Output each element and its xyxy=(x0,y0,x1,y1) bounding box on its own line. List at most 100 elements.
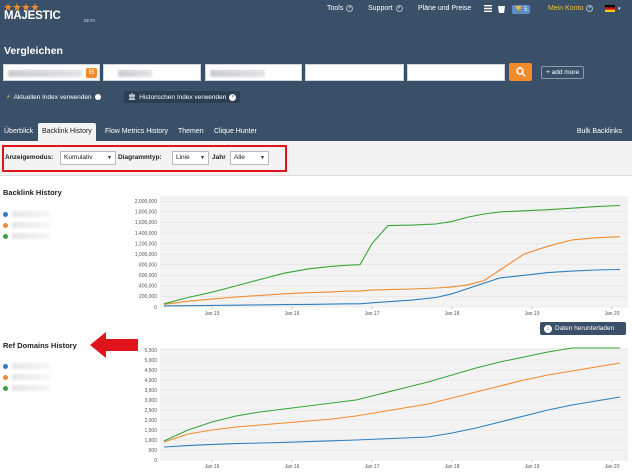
radio-icon[interactable] xyxy=(94,94,101,100)
plot-background xyxy=(160,196,628,307)
y-tick-label: 500 xyxy=(149,448,158,454)
logo-text[interactable]: MAJESTIC xyxy=(4,10,61,22)
y-tick-label: 3,000 xyxy=(144,398,157,404)
legend-redacted xyxy=(12,233,50,239)
trophy-button[interactable]: 🏆 5 xyxy=(512,5,531,14)
x-tick-label: Jan 17 xyxy=(364,464,379,470)
y-tick-label: 200,000 xyxy=(139,294,157,300)
tab-clique-hunter[interactable]: Clique Hunter xyxy=(212,123,259,141)
y-tick-label: 4,000 xyxy=(144,378,157,384)
x-tick-label: Jan 19 xyxy=(524,464,539,470)
nav-support[interactable]: Support ▾ xyxy=(368,5,403,12)
url-input-2[interactable] xyxy=(103,64,201,81)
x-tick-label: Jan 18 xyxy=(444,311,459,317)
x-tick-label: Jan 16 xyxy=(284,311,299,317)
language-selector[interactable]: ▾ xyxy=(605,5,621,12)
nav-plans-label: Pläne und Preise xyxy=(418,5,472,12)
legend-redacted xyxy=(12,211,50,217)
backlink-history-chart: 0 200,000 400,000 600,000 800,000 1,000,000 1,… xyxy=(135,196,628,317)
url-input-4[interactable] xyxy=(305,64,404,81)
download-data-button[interactable]: ↓ Daten herunterladen xyxy=(540,322,626,335)
index-historic-option[interactable]: 🏛 Historischen Index verwenden × xyxy=(124,91,241,103)
legend-dot-green xyxy=(3,386,8,391)
list-icon[interactable] xyxy=(484,5,492,12)
redacted-url xyxy=(210,70,265,77)
y-tick-label: 1,000,000 xyxy=(135,252,157,258)
bank-icon: 🏛 xyxy=(128,94,137,101)
tab-themes[interactable]: Themen xyxy=(176,123,206,141)
x-tick-label: Jan 17 xyxy=(364,311,379,317)
y-tick-label: 2,500 xyxy=(144,408,157,414)
legend-dot-orange xyxy=(3,223,8,228)
legend-redacted xyxy=(12,374,50,380)
url-input-3[interactable] xyxy=(205,64,302,81)
tab-bar: Überblick Backlink History Flow Metrics … xyxy=(0,120,632,141)
tab-flow-metrics-history[interactable]: Flow Metrics History xyxy=(103,123,170,141)
lightning-icon: ⚡ xyxy=(6,94,11,101)
header-bar: MAJESTIC BETA Tools ▾ Support ▾ Pläne un… xyxy=(0,0,632,120)
legend-redacted xyxy=(12,222,50,228)
tab-backlink-history[interactable]: Backlink History xyxy=(38,123,96,141)
index-current-option[interactable]: ⚡ Aktuellen Index verwenden xyxy=(6,93,101,101)
add-more-button[interactable]: + add more xyxy=(541,66,585,79)
redacted-url xyxy=(8,70,82,77)
logo-beta-label: BETA xyxy=(84,18,96,23)
legend-dot-blue xyxy=(3,364,8,369)
legend-redacted xyxy=(12,385,50,391)
nav-tools-label: Tools xyxy=(327,5,344,12)
ref-domains-history-chart: 0 500 1,000 1,500 2,000 2,500 3,000 3,500 4,000 4… xyxy=(144,347,628,470)
y-tick-label: 1,000 xyxy=(144,438,157,444)
highlight-box xyxy=(2,145,287,172)
y-tick-label: 0 xyxy=(154,305,157,311)
y-tick-label: 1,600,000 xyxy=(135,220,157,226)
search-button[interactable] xyxy=(509,63,532,81)
x-tick-label: Jan 20 xyxy=(604,464,619,470)
y-tick-label: 4,500 xyxy=(144,368,157,374)
tab-overview[interactable]: Überblick xyxy=(2,123,35,141)
y-tick-label: 5,000 xyxy=(144,358,157,364)
backlink-history-title: Backlink History xyxy=(3,188,62,197)
clear-icon[interactable]: ⊟ xyxy=(86,68,97,78)
german-flag-icon xyxy=(605,5,615,12)
x-tick-label: Jan 20 xyxy=(604,311,619,317)
nav-account[interactable]: Mein Konto ▾ xyxy=(548,5,594,12)
legend-redacted xyxy=(12,363,50,369)
trophy-badge: 🏆 5 xyxy=(512,5,531,14)
legend-dot-orange xyxy=(3,375,8,380)
y-tick-label: 2,000,000 xyxy=(135,199,157,205)
redacted-url xyxy=(118,70,152,77)
index-current-label: Aktuellen Index verwenden xyxy=(13,93,92,101)
list-icon-glyph xyxy=(484,5,492,12)
y-tick-label: 400,000 xyxy=(139,284,157,290)
download-icon: ↓ xyxy=(544,324,552,333)
chevron-down-icon: ▾ xyxy=(618,5,621,12)
page-title: Vergleichen xyxy=(4,45,63,57)
chevron-down-icon: ▾ xyxy=(586,5,594,12)
y-tick-label: 0 xyxy=(154,458,157,464)
search-icon xyxy=(515,67,526,77)
ref-domains-history-title: Ref Domains History xyxy=(3,341,77,350)
y-tick-label: 1,500 xyxy=(144,428,157,434)
y-tick-label: 1,200,000 xyxy=(135,241,157,247)
nav-plans[interactable]: Pläne und Preise xyxy=(418,5,471,12)
plot-background xyxy=(160,348,628,460)
x-tick-label: Jan 19 xyxy=(524,311,539,317)
url-input-1[interactable]: ⊟ xyxy=(3,64,100,81)
bucket-icon[interactable] xyxy=(498,5,505,13)
nav-tools[interactable]: Tools ▾ xyxy=(327,5,354,12)
top-navigation: MAJESTIC BETA Tools ▾ Support ▾ Pläne un… xyxy=(0,0,632,23)
bulk-backlinks-link[interactable]: Bulk Backlinks xyxy=(577,123,622,141)
index-historic-label: Historischen Index verwenden xyxy=(139,93,227,101)
y-tick-label: 5,500 xyxy=(144,348,157,354)
y-tick-label: 2,000 xyxy=(144,418,157,424)
nav-account-label: Mein Konto xyxy=(548,5,584,12)
y-tick-label: 800,000 xyxy=(139,263,157,269)
close-icon[interactable]: × xyxy=(229,93,237,101)
nav-support-label: Support xyxy=(368,5,393,12)
legend-dot-green xyxy=(3,234,8,239)
url-input-5[interactable] xyxy=(407,64,505,81)
bucket-icon-glyph xyxy=(498,6,505,13)
legend-dot-blue xyxy=(3,212,8,217)
y-tick-label: 1,800,000 xyxy=(135,210,157,216)
chevron-down-icon: ▾ xyxy=(346,5,354,12)
